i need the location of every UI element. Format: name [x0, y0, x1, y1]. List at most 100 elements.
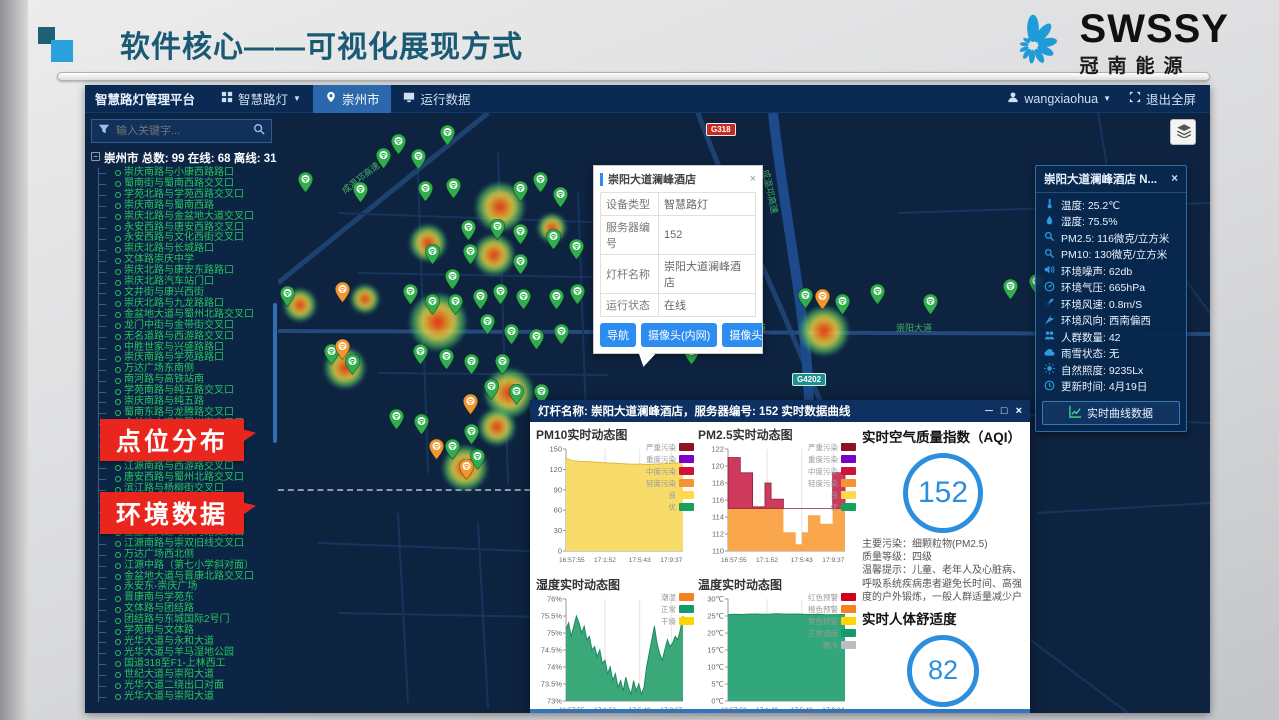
sidebar-tree-item[interactable]: 光华大道二绕出口对面 [99, 681, 278, 692]
search-input[interactable] [116, 125, 247, 137]
streetlight-marker-online[interactable] [445, 269, 460, 290]
filter-icon[interactable] [98, 122, 110, 140]
streetlight-marker-online[interactable] [1003, 279, 1018, 300]
legend-item: 优 [646, 501, 694, 513]
close-icon[interactable]: × [1171, 173, 1178, 185]
nav-menu-streetlight[interactable]: 智慧路灯▼ [209, 85, 313, 113]
streetlight-marker-online[interactable] [425, 244, 440, 265]
legend-item: 严重污染 [808, 441, 856, 453]
nav-menu-city[interactable]: 崇州市 [313, 85, 392, 113]
sidebar-tree-item[interactable]: 世纪大道与崇阳大道 [99, 670, 278, 681]
streetlight-marker-warning[interactable] [335, 282, 350, 303]
streetlight-marker-online[interactable] [413, 344, 428, 365]
streetlight-marker-online[interactable] [445, 439, 460, 460]
grid-icon [221, 91, 233, 106]
streetlight-marker-online[interactable] [280, 286, 295, 307]
sidebar-tree-item[interactable]: 无名道路与西游路交叉口 [99, 332, 278, 343]
streetlight-marker-online[interactable] [569, 239, 584, 260]
streetlight-marker-online[interactable] [513, 254, 528, 275]
streetlight-marker-online[interactable] [490, 219, 505, 240]
streetlight-marker-online[interactable] [495, 354, 510, 375]
svg-text:15℃: 15℃ [707, 646, 724, 655]
comfort-gauge: 82 [907, 635, 979, 707]
streetlight-marker-online[interactable] [570, 284, 585, 305]
lamp-node-icon [115, 323, 121, 329]
streetlight-marker-online[interactable] [493, 284, 508, 305]
sidebar-scrollbar[interactable] [273, 303, 277, 443]
people-icon [1044, 330, 1055, 344]
streetlight-marker-online[interactable] [440, 125, 455, 146]
streetlight-marker-online[interactable] [425, 294, 440, 315]
chevron-down-icon: ▼ [293, 94, 301, 103]
maximize-icon[interactable]: □ [1001, 405, 1008, 417]
streetlight-marker-online[interactable] [414, 414, 429, 435]
svg-text:25℃: 25℃ [707, 612, 724, 621]
env-reading-sun: 自然照度: 9235Lx [1044, 362, 1178, 379]
exit-fullscreen-button[interactable]: 退出全屏 [1129, 89, 1196, 108]
streetlight-marker-online[interactable] [529, 329, 544, 350]
streetlight-marker-online[interactable] [513, 224, 528, 245]
minimize-icon[interactable]: ─ [985, 405, 993, 417]
streetlight-marker-online[interactable] [504, 324, 519, 345]
streetlight-marker-online[interactable] [554, 324, 569, 345]
sidebar-tree-item[interactable]: 崇庆北路与金盆地大道交叉口 [99, 212, 278, 223]
legend-item: 红色预警 [808, 591, 856, 603]
streetlight-marker-online[interactable] [870, 284, 885, 305]
sidebar-tree-item[interactable]: 龙门中街与金带街交叉口 [99, 321, 278, 332]
collapse-icon[interactable] [91, 152, 100, 164]
camera-internal-button[interactable]: 摄像头(内网) [641, 323, 717, 347]
camera-external-button[interactable]: 摄像头(外网) [722, 323, 762, 347]
streetlight-marker-online[interactable] [411, 149, 426, 170]
streetlight-marker-online[interactable] [439, 349, 454, 370]
streetlight-marker-warning[interactable] [463, 394, 478, 415]
user-menu[interactable]: wangxiaohua▼ [1007, 91, 1111, 106]
streetlight-marker-online[interactable] [798, 288, 813, 309]
droplet-icon [1044, 215, 1055, 229]
streetlight-marker-online[interactable] [403, 284, 418, 305]
thermometer-icon [1044, 198, 1055, 212]
streetlight-marker-online[interactable] [516, 289, 531, 310]
streetlight-marker-warning[interactable] [815, 289, 830, 310]
sidebar-tree-item[interactable]: 崇庆南路与蜀南西路 [99, 201, 278, 212]
streetlight-marker-online[interactable] [461, 220, 476, 241]
streetlight-marker-online[interactable] [448, 294, 463, 315]
streetlight-marker-online[interactable] [546, 229, 561, 250]
streetlight-marker-warning[interactable] [335, 339, 350, 360]
streetlight-marker-online[interactable] [923, 294, 938, 315]
streetlight-marker-online[interactable] [513, 181, 528, 202]
streetlight-marker-warning[interactable] [429, 439, 444, 460]
sidebar-tree-item[interactable]: 万达广场西北侧 [99, 550, 278, 561]
tree-root[interactable]: 崇州市 总数: 99 在线: 68 离线: 31 [85, 147, 278, 168]
streetlight-marker-online[interactable] [464, 424, 479, 445]
streetlight-marker-online[interactable] [464, 354, 479, 375]
streetlight-marker-online[interactable] [509, 384, 524, 405]
search-icon[interactable] [253, 122, 265, 140]
streetlight-marker-online[interactable] [484, 379, 499, 400]
streetlight-marker-online[interactable] [480, 314, 495, 335]
lamp-node-icon [115, 618, 121, 624]
sidebar-tree-item[interactable]: 江源中路（第七小学斜对面） [99, 561, 278, 572]
close-icon[interactable]: × [1016, 405, 1022, 417]
lamp-node-icon [115, 683, 121, 689]
nav-menu-running-data[interactable]: 运行数据 [391, 85, 482, 113]
streetlight-marker-warning[interactable] [459, 459, 474, 480]
map-layers-button[interactable] [1170, 119, 1196, 145]
streetlight-marker-online[interactable] [446, 178, 461, 199]
streetlight-marker-online[interactable] [553, 187, 568, 208]
realtime-curve-button[interactable]: 实时曲线数据 [1042, 401, 1180, 425]
streetlight-marker-online[interactable] [418, 181, 433, 202]
streetlight-marker-online[interactable] [391, 134, 406, 155]
sidebar-tree-item[interactable]: 光华大道与崇阳大道 [99, 692, 278, 703]
close-icon[interactable]: × [746, 173, 756, 185]
lamp-node-icon [115, 290, 121, 296]
streetlight-marker-online[interactable] [389, 409, 404, 430]
lamp-node-icon [115, 465, 121, 471]
streetlight-marker-online[interactable] [473, 289, 488, 310]
streetlight-marker-online[interactable] [549, 289, 564, 310]
navigate-button[interactable]: 导航 [600, 323, 636, 347]
streetlight-marker-online[interactable] [835, 294, 850, 315]
streetlight-marker-online[interactable] [463, 244, 478, 265]
lamp-node-icon [115, 258, 121, 264]
streetlight-marker-online[interactable] [533, 172, 548, 193]
streetlight-marker-online[interactable] [298, 172, 313, 193]
